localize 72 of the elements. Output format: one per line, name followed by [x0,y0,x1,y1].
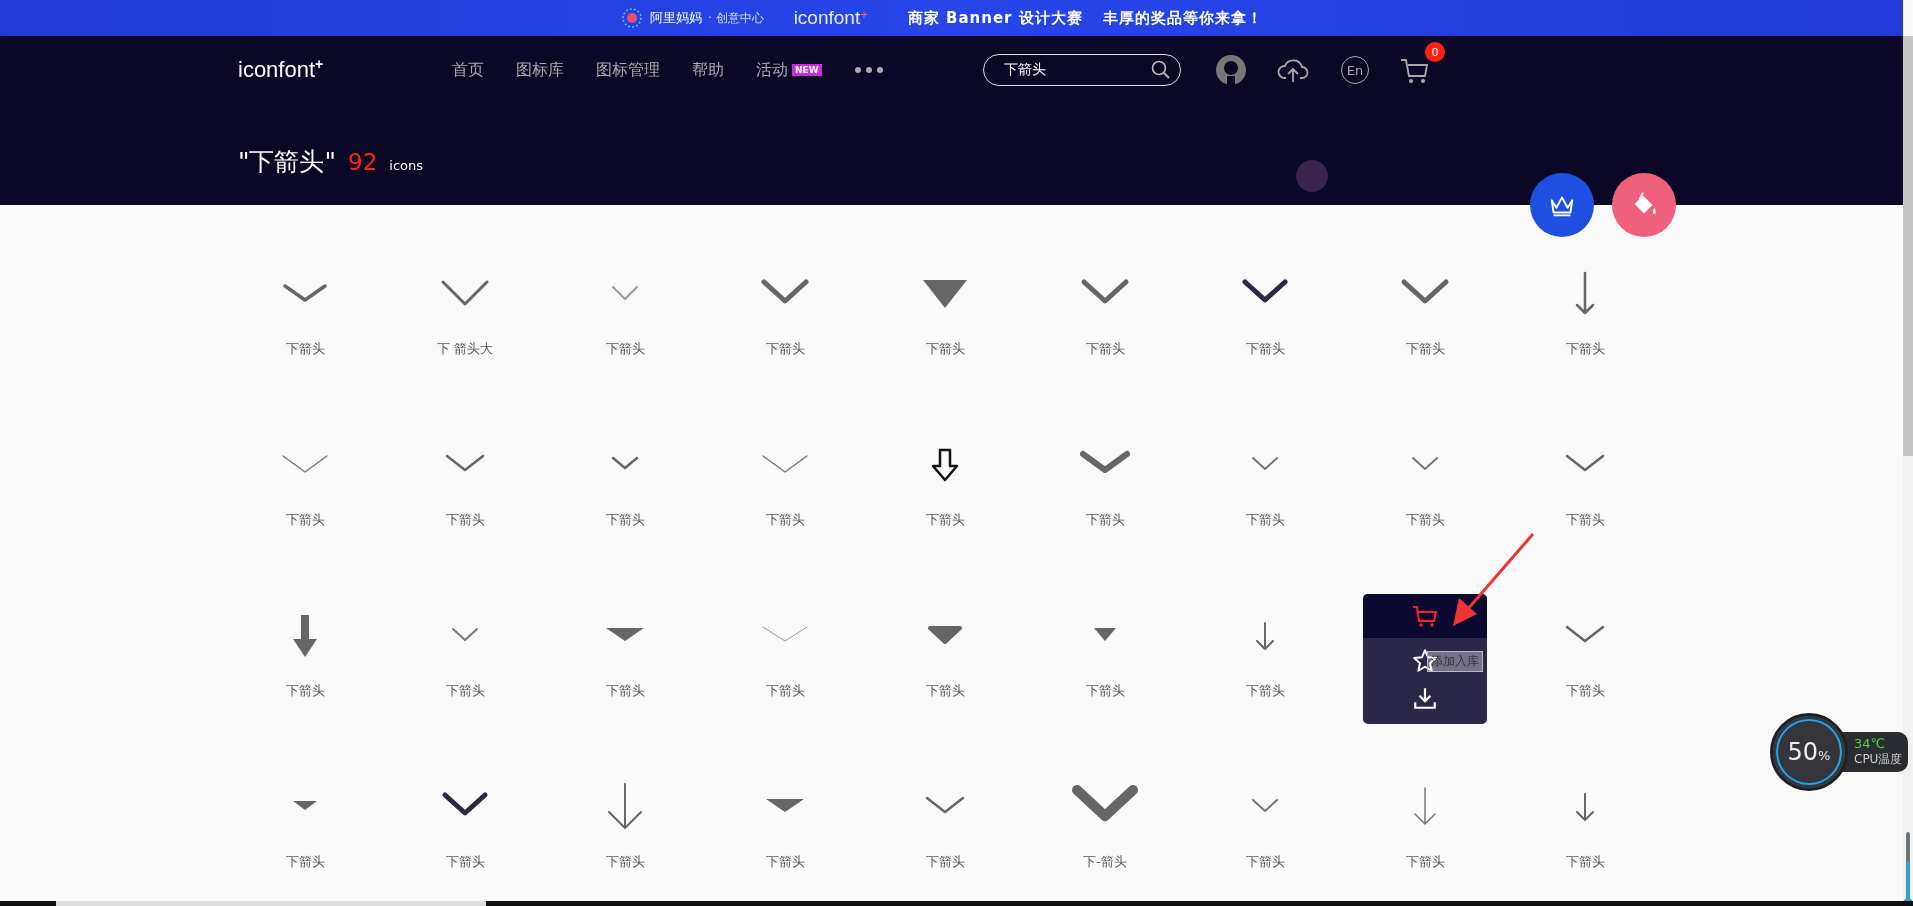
icon-name: 下箭头 [1565,341,1605,357]
site-logo[interactable]: iconfont$^{+}$ [238,56,452,84]
triangle-icon[interactable] [293,801,317,810]
icon-name: 下箭头 [1565,854,1605,870]
more-icon[interactable] [853,66,884,74]
icon-name: 下箭头 [1565,512,1605,528]
icon-name: 下箭头 [925,854,965,870]
icon-name: 下箭头 [605,341,645,357]
search-icon[interactable] [1151,60,1171,80]
icon-name: 下箭头 [445,512,485,528]
icon-name: 下箭头 [1085,341,1125,357]
banner-tagline: 丰厚的奖品等你来拿！ [1102,8,1263,28]
cpu-load: 50% [1787,738,1831,766]
triangle-icon[interactable] [923,280,967,308]
triangle-icon[interactable] [606,628,644,641]
icon-name: 下箭头 [605,683,645,699]
nav-link[interactable]: 图标管理 [596,59,660,81]
result-count: 92 [348,149,378,175]
icon-name: 下箭头 [285,512,325,528]
decorative-dot [1296,160,1328,192]
icon-name: 下箭头 [605,854,645,870]
tooltip: 添加入库 [1427,651,1483,672]
brand-subtitle: · 创意中心 [708,9,764,27]
brand-name: 阿里妈妈 [650,9,702,27]
icon-name: 下箭头 [1565,683,1605,699]
nav-link[interactable]: 活动 NEW [756,59,822,81]
icon-name: 下 箭头大 [436,341,494,357]
icon-name: 下箭头 [605,512,645,528]
cpu-temperature: 34℃ [1854,736,1887,751]
result-unit: icons [389,158,423,173]
icon-name: 下箭头 [1085,683,1125,699]
search-field[interactable]: 下箭头 [983,54,1181,86]
promo-banner[interactable]: 阿里妈妈 · 创意中心 iconfont+ 商家 Banner 设计大赛 丰厚的奖品等你来拿！ [0,0,1903,36]
icon-name: 下箭头 [1405,512,1445,528]
icon-name: 下箭头 [285,854,325,870]
nav-link[interactable]: 图标库 [516,59,564,81]
sparkle-logo-icon [620,6,644,30]
triangle-icon[interactable] [1094,628,1116,641]
icon-name: 下箭头 [445,854,485,870]
banner-logo: iconfont+ [793,7,868,29]
icon-name: 下箭头 [765,341,805,357]
icon-name: 下箭头 [765,854,805,870]
icon-name: 下箭头 [1245,512,1285,528]
triangle-icon[interactable] [766,799,804,812]
icon-name: 下箭头 [285,683,325,699]
icon-name: 下箭头 [285,341,325,357]
icon-name: 下箭头 [765,512,805,528]
icon-name: 下箭头 [1245,854,1285,870]
icon-name: 下箭头 [925,683,965,699]
scrollbar[interactable] [1903,36,1913,901]
icon-name: 下箭头 [765,683,805,699]
cpu-label: CPU温度 [1854,751,1903,768]
icon-name: 下箭头 [1085,512,1125,528]
search-query-title: "下箭头" [238,146,336,178]
icon-name: 下箭头 [925,512,965,528]
icon-name: 下箭头 [1405,854,1445,870]
banner-headline: 商家 Banner 设计大赛 [907,8,1083,28]
icon-name: 下箭头 [925,341,965,357]
nav-link[interactable]: 首页 [452,59,484,81]
icon-name: 下箭头 [1245,683,1285,699]
down-arrow-icon[interactable] [931,448,959,482]
nav-link[interactable]: 帮助 [692,59,724,81]
chevron-icon[interactable] [442,792,488,816]
new-badge: NEW [792,64,822,76]
icon-name: 下箭头 [1405,341,1445,357]
triangle-icon[interactable] [928,626,962,644]
icon-name: 下箭头 [445,683,485,699]
chevron-icon[interactable] [1242,279,1288,303]
icon-name: 下-箭头 [1083,854,1127,870]
cart-count-badge: 0 [1425,42,1445,62]
icon-name: 下箭头 [1245,341,1285,357]
cart-icon[interactable] [1411,603,1439,629]
